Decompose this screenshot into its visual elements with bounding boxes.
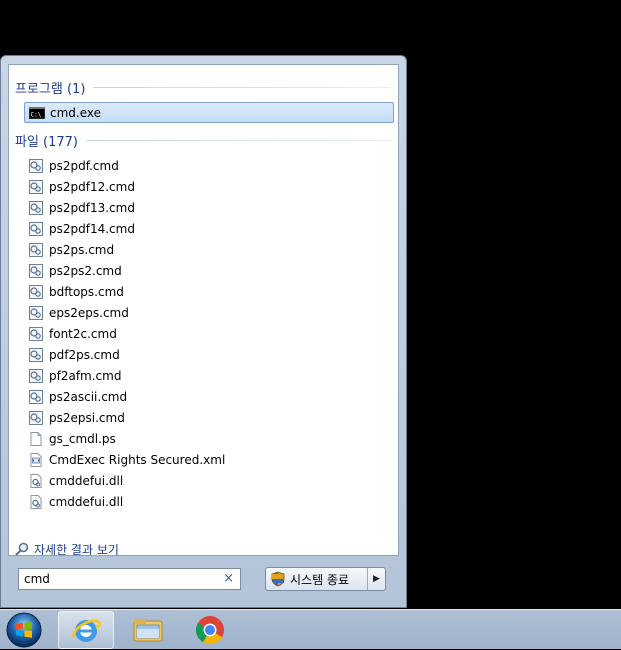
file-result-label: ps2pdf13.cmd bbox=[49, 200, 135, 215]
file-result-label: gs_cmdl.ps bbox=[49, 431, 116, 446]
file-result-label: ps2epsi.cmd bbox=[49, 410, 125, 425]
cmd-script-icon bbox=[28, 179, 44, 195]
uac-shield-icon bbox=[270, 571, 286, 587]
shutdown-options-arrow[interactable]: ▶ bbox=[367, 568, 385, 590]
file-result-label: CmdExec Rights Secured.xml bbox=[49, 452, 226, 467]
file-result-item[interactable]: pf2afm.cmd bbox=[24, 365, 394, 386]
chrome-icon bbox=[196, 616, 224, 644]
cmd-script-icon bbox=[28, 410, 44, 426]
file-result-label: ps2ps.cmd bbox=[49, 242, 115, 257]
shutdown-button[interactable]: 시스템 종료 bbox=[266, 568, 367, 590]
file-result-item[interactable]: gs_cmdl.ps bbox=[24, 428, 394, 449]
file-result-item[interactable]: CmdExec Rights Secured.xml bbox=[24, 449, 394, 470]
files-header-label: 파일 (177) bbox=[15, 134, 79, 150]
xml-file-icon bbox=[28, 452, 44, 468]
console-icon: C:\ bbox=[29, 105, 45, 121]
cmd-script-icon bbox=[28, 305, 44, 321]
file-result-label: ps2pdf14.cmd bbox=[49, 221, 135, 236]
file-result-label: pf2afm.cmd bbox=[49, 368, 122, 383]
programs-group-header[interactable]: 프로그램 (1) bbox=[15, 77, 391, 97]
start-button[interactable] bbox=[3, 610, 45, 650]
dll-file-icon bbox=[28, 473, 44, 489]
start-menu: 프로그램 (1) C:\ cmd.exe 파일 (177) ps2pdf.cmd… bbox=[0, 55, 407, 608]
file-result-item[interactable]: cmddefui.dll bbox=[24, 491, 394, 512]
header-divider bbox=[93, 86, 391, 88]
see-more-label: 자세한 결과 보기 bbox=[34, 542, 119, 557]
programs-header-label: 프로그램 (1) bbox=[15, 81, 86, 97]
file-result-item[interactable]: ps2pdf13.cmd bbox=[24, 197, 394, 218]
file-result-label: cmddefui.dll bbox=[49, 473, 124, 488]
file-result-item[interactable]: bdftops.cmd bbox=[24, 281, 394, 302]
taskbar-file-explorer[interactable] bbox=[120, 611, 176, 649]
program-item-label: cmd.exe bbox=[50, 105, 102, 120]
shutdown-button-group: 시스템 종료 ▶ bbox=[265, 567, 386, 591]
file-result-item[interactable]: font2c.cmd bbox=[24, 323, 394, 344]
file-result-item[interactable]: ps2pdf14.cmd bbox=[24, 218, 394, 239]
header-divider bbox=[86, 139, 391, 141]
file-result-item[interactable]: ps2pdf12.cmd bbox=[24, 176, 394, 197]
clear-search-icon[interactable]: × bbox=[223, 571, 234, 586]
cmd-script-icon bbox=[28, 242, 44, 258]
blank-file-icon bbox=[28, 431, 44, 447]
file-result-label: ps2pdf12.cmd bbox=[49, 179, 135, 194]
file-result-label: cmddefui.dll bbox=[49, 494, 124, 509]
file-result-label: font2c.cmd bbox=[49, 326, 117, 341]
file-result-item[interactable]: ps2ps2.cmd bbox=[24, 260, 394, 281]
internet-explorer-icon bbox=[71, 619, 101, 642]
magnifier-icon bbox=[14, 541, 30, 557]
taskbar-chrome[interactable] bbox=[182, 611, 238, 649]
cmd-script-icon bbox=[28, 158, 44, 174]
cmd-script-icon bbox=[28, 200, 44, 216]
cmd-script-icon bbox=[28, 347, 44, 363]
search-results-panel: 프로그램 (1) C:\ cmd.exe 파일 (177) ps2pdf.cmd… bbox=[8, 64, 399, 559]
search-input[interactable] bbox=[24, 572, 204, 586]
folder-icon bbox=[133, 619, 163, 642]
windows-orb-icon bbox=[6, 612, 42, 648]
taskbar-internet-explorer[interactable] bbox=[58, 611, 114, 649]
file-result-label: ps2pdf.cmd bbox=[49, 158, 119, 173]
search-box[interactable]: × bbox=[18, 568, 241, 590]
dll-file-icon bbox=[28, 494, 44, 510]
file-result-item[interactable]: ps2pdf.cmd bbox=[24, 155, 394, 176]
cmd-script-icon bbox=[28, 263, 44, 279]
program-item-cmd-exe[interactable]: C:\ cmd.exe bbox=[24, 102, 394, 123]
file-result-label: ps2ascii.cmd bbox=[49, 389, 128, 404]
shutdown-label: 시스템 종료 bbox=[290, 572, 350, 587]
file-result-item[interactable]: ps2epsi.cmd bbox=[24, 407, 394, 428]
cmd-script-icon bbox=[28, 221, 44, 237]
cmd-script-icon bbox=[28, 326, 44, 342]
file-result-item[interactable]: cmddefui.dll bbox=[24, 470, 394, 491]
file-result-label: bdftops.cmd bbox=[49, 284, 124, 299]
svg-text:C:\: C:\ bbox=[31, 111, 42, 118]
file-result-item[interactable]: eps2eps.cmd bbox=[24, 302, 394, 323]
see-more-results-link[interactable]: 자세한 결과 보기 bbox=[14, 539, 119, 559]
taskbar bbox=[0, 609, 621, 649]
file-result-item[interactable]: ps2ascii.cmd bbox=[24, 386, 394, 407]
cmd-script-icon bbox=[28, 368, 44, 384]
cmd-script-icon bbox=[28, 284, 44, 300]
file-result-label: ps2ps2.cmd bbox=[49, 263, 122, 278]
files-group-header[interactable]: 파일 (177) bbox=[15, 130, 391, 150]
file-result-item[interactable]: ps2ps.cmd bbox=[24, 239, 394, 260]
file-result-label: eps2eps.cmd bbox=[49, 305, 129, 320]
file-result-label: pdf2ps.cmd bbox=[49, 347, 120, 362]
cmd-script-icon bbox=[28, 389, 44, 405]
file-result-item[interactable]: pdf2ps.cmd bbox=[24, 344, 394, 365]
